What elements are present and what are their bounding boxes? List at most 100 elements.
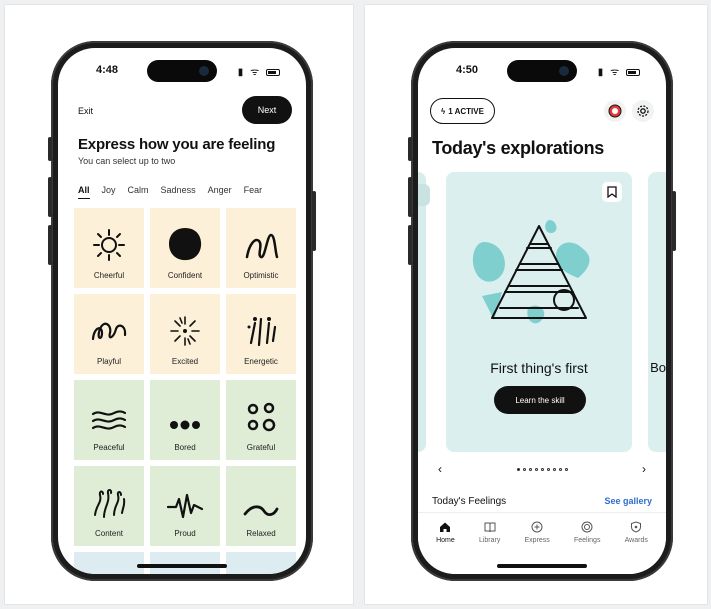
home-indicator: [137, 564, 227, 568]
feeling-tile-grateful[interactable]: Grateful: [226, 380, 296, 460]
feeling-filter-tabs: All Joy Calm Sadness Anger Fear: [78, 185, 262, 199]
sunburst-icon: [93, 229, 125, 261]
left-screenshot-panel: 4:48 ▮ ᯤ Exit Next Express how you are f…: [4, 4, 354, 605]
feeling-tile-confident[interactable]: Confident: [150, 208, 220, 288]
dynamic-island: [507, 60, 577, 82]
carousel-dot[interactable]: [552, 467, 556, 471]
battery-icon: [266, 68, 280, 76]
heartbeat-icon: [166, 493, 204, 519]
carousel-dot[interactable]: [546, 467, 550, 471]
feeling-label: Grateful: [246, 443, 276, 452]
feeling-tile-excited[interactable]: Excited: [150, 294, 220, 374]
carousel-dot[interactable]: [522, 467, 526, 471]
swirl-icon: [245, 233, 279, 259]
bookmark-button[interactable]: [602, 182, 622, 202]
feeling-label: Excited: [171, 357, 199, 366]
wifi-icon: ᯤ: [610, 67, 622, 78]
pyramid-illustration: [472, 220, 590, 324]
carousel-dot[interactable]: [564, 467, 568, 471]
status-time: 4:50: [456, 64, 479, 76]
feeling-tile-energetic[interactable]: Energetic: [226, 294, 296, 374]
tab-awards[interactable]: Awards: [625, 521, 648, 574]
tab-label: Library: [478, 537, 501, 544]
feeling-tile-bored[interactable]: Bored: [150, 380, 220, 460]
feeling-label: Peaceful: [93, 443, 125, 452]
wifi-icon: ᯤ: [250, 67, 262, 78]
waves-icon: [91, 410, 127, 430]
next-card-title-peek: Bo: [650, 360, 666, 375]
exploration-card[interactable]: First thing's first Learn the skill: [446, 172, 632, 452]
tab-label: Feelings: [573, 537, 601, 544]
feeling-tile-content[interactable]: Content: [74, 466, 144, 546]
feelings-grid: Cheerful Confident Optimistic Playful Ex…: [74, 208, 296, 574]
tab-joy[interactable]: Joy: [102, 185, 116, 199]
carousel-dot[interactable]: [558, 467, 562, 471]
chevron-left-icon[interactable]: ‹: [438, 462, 442, 476]
next-button[interactable]: Next: [242, 96, 292, 124]
feeling-label: Cheerful: [93, 271, 125, 280]
carousel-dot[interactable]: [540, 467, 544, 471]
book-icon: [484, 522, 496, 533]
tab-anger[interactable]: Anger: [208, 185, 232, 199]
page-title: Express how you are feeling: [78, 136, 276, 153]
battery-icon: [626, 68, 640, 76]
feeling-tile-cheerful[interactable]: Cheerful: [74, 208, 144, 288]
left-phone-frame: 4:48 ▮ ᯤ Exit Next Express how you are f…: [48, 41, 316, 581]
feeling-tile-peaceful[interactable]: Peaceful: [74, 380, 144, 460]
burst-icon: [170, 316, 200, 346]
feeling-label: Content: [94, 529, 124, 538]
feeling-label: Confident: [167, 271, 203, 280]
carousel-pager: ‹ ›: [418, 462, 666, 476]
sparks-icon: [247, 317, 277, 347]
chevron-right-icon[interactable]: ›: [642, 462, 646, 476]
active-status-pill[interactable]: ϟ 1 ACTIVE: [430, 98, 495, 124]
gear-icon: [637, 105, 649, 117]
see-gallery-link[interactable]: See gallery: [604, 496, 652, 506]
help-button[interactable]: [604, 100, 626, 122]
plus-circle-icon: [531, 521, 543, 533]
feeling-tile-partial[interactable]: [150, 552, 220, 574]
feeling-tile-optimistic[interactable]: Optimistic: [226, 208, 296, 288]
exit-button[interactable]: Exit: [78, 106, 93, 116]
tab-sadness[interactable]: Sadness: [161, 185, 196, 199]
feeling-label: Proud: [174, 529, 196, 538]
tab-home[interactable]: Home: [436, 521, 455, 574]
signal-icon: ▮: [237, 67, 246, 78]
page-title: Today's explorations: [432, 138, 604, 158]
next-card-peek[interactable]: [648, 172, 666, 452]
tab-label: Awards: [624, 537, 648, 544]
tab-calm[interactable]: Calm: [128, 185, 149, 199]
settings-button[interactable]: [632, 100, 654, 122]
card-title: First thing's first: [490, 360, 588, 376]
feeling-tile-relaxed[interactable]: Relaxed: [226, 466, 296, 546]
dots-icon: [170, 420, 200, 430]
tab-all[interactable]: All: [78, 185, 90, 199]
carousel-dot[interactable]: [516, 467, 520, 471]
home-icon: [440, 522, 451, 532]
previous-card-peek[interactable]: [418, 172, 430, 452]
carousel-dot[interactable]: [534, 467, 538, 471]
feeling-tile-proud[interactable]: Proud: [150, 466, 220, 546]
status-icons: ▮ ᯤ: [598, 64, 640, 78]
tilde-icon: [243, 505, 279, 516]
tab-fear[interactable]: Fear: [244, 185, 263, 199]
lightning-icon: ϟ: [441, 106, 446, 116]
home-indicator: [497, 564, 587, 568]
learn-skill-button[interactable]: Learn the skill: [494, 386, 586, 414]
loops-icon: [91, 322, 127, 341]
right-phone-frame: 4:50 ▮ ᯤ ϟ 1 ACTIVE Today's explorations: [408, 41, 676, 581]
feeling-label: Playful: [96, 357, 121, 366]
feeling-tile-playful[interactable]: Playful: [74, 294, 144, 374]
feeling-label: Relaxed: [246, 529, 276, 538]
tendrils-icon: [94, 489, 126, 518]
dynamic-island: [147, 60, 217, 82]
right-screenshot-panel: 4:50 ▮ ᯤ ϟ 1 ACTIVE Today's explorations: [364, 4, 708, 605]
feeling-tile-partial[interactable]: [226, 552, 296, 574]
express-feelings-screen: 4:48 ▮ ᯤ Exit Next Express how you are f…: [58, 48, 306, 574]
feeling-tile-partial[interactable]: [74, 552, 144, 574]
page-subtitle: You can select up to two: [78, 156, 176, 166]
blob-icon: [169, 228, 202, 261]
section-title-feelings: Today's Feelings: [432, 496, 507, 507]
carousel-dot[interactable]: [528, 467, 532, 471]
bookmark-icon: [607, 186, 617, 198]
